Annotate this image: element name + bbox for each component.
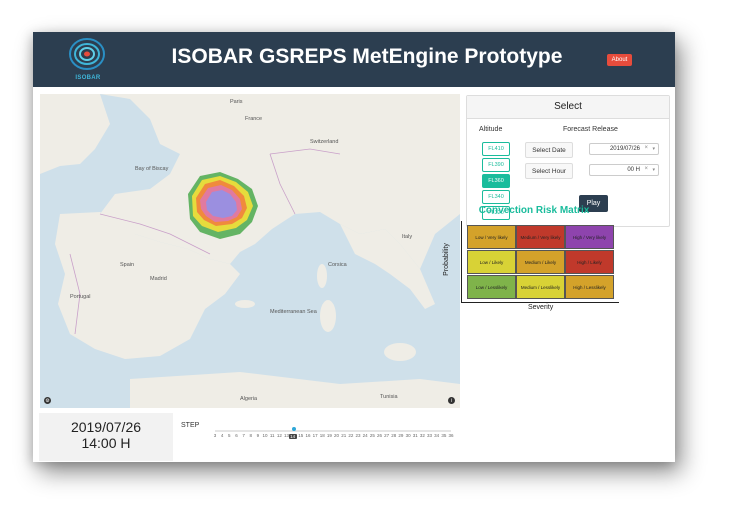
current-time: 14:00 H bbox=[81, 435, 131, 451]
map-label: Corsica bbox=[328, 262, 347, 268]
date-select[interactable]: 2019/07/26 × ▾ bbox=[589, 143, 659, 155]
map-label: Mediterranean Sea bbox=[270, 309, 317, 315]
matrix-cell: High / Very likely bbox=[565, 225, 614, 249]
matrix-title: Convection Risk Matrix bbox=[478, 205, 590, 216]
app-title: ISOBAR GSREPS MetEngine Prototype bbox=[171, 45, 563, 68]
map-label: France bbox=[245, 116, 263, 122]
map-settings-icon[interactable]: ⚙ bbox=[44, 397, 51, 404]
altitude-title: Altitude bbox=[479, 126, 503, 133]
step-tick[interactable]: 36 bbox=[446, 433, 456, 438]
map-label: Madrid bbox=[150, 276, 167, 282]
map-label: Spain bbox=[120, 262, 135, 268]
select-hour-label: Select Hour bbox=[525, 163, 573, 179]
clear-icon[interactable]: × bbox=[644, 166, 648, 172]
altitude-fl360-button[interactable]: FL360 bbox=[482, 174, 510, 188]
map-label: Tunisia bbox=[380, 394, 398, 400]
matrix-cell: High / Lesslikely bbox=[565, 275, 614, 299]
matrix-cell: Medium / Likely bbox=[516, 250, 565, 274]
logo-text: ISOBAR bbox=[75, 75, 101, 81]
step-slider-handle[interactable] bbox=[291, 427, 296, 431]
risk-matrix: Low / Very likely Medium / Very likely H… bbox=[467, 225, 617, 300]
about-button[interactable]: About bbox=[607, 54, 632, 66]
datetime-display: 2019/07/26 14:00 H bbox=[39, 413, 173, 461]
matrix-x-axis bbox=[461, 302, 619, 303]
matrix-xlabel: Severity bbox=[528, 304, 554, 311]
step-slider[interactable] bbox=[215, 430, 451, 432]
matrix-cell: Medium / Very likely bbox=[516, 225, 565, 249]
select-panel-title: Select bbox=[467, 96, 669, 119]
chevron-down-icon[interactable]: ▾ bbox=[652, 167, 655, 173]
matrix-cell: Low / Likely bbox=[467, 250, 516, 274]
chevron-down-icon[interactable]: ▾ bbox=[652, 146, 655, 152]
forecast-release-title: Forecast Release bbox=[563, 126, 618, 133]
altitude-fl410-button[interactable]: FL410 bbox=[482, 142, 510, 156]
isobar-logo: ISOBAR bbox=[65, 36, 111, 84]
hour-value: 00 H bbox=[627, 167, 640, 173]
clear-icon[interactable]: × bbox=[644, 145, 648, 151]
matrix-cell: Medium / Lesslikely bbox=[516, 275, 565, 299]
map-info-icon[interactable]: i bbox=[448, 397, 455, 404]
date-value: 2019/07/26 bbox=[609, 146, 640, 152]
map-label: Switzerland bbox=[310, 139, 339, 145]
map-label: Italy bbox=[402, 234, 413, 240]
map-label: Bay of Biscay bbox=[135, 166, 169, 172]
altitude-fl390-button[interactable]: FL390 bbox=[482, 158, 510, 172]
map-label: Portugal bbox=[70, 294, 91, 300]
header-bar: ISOBAR ISOBAR GSREPS MetEngine Prototype… bbox=[33, 32, 675, 87]
current-date: 2019/07/26 bbox=[70, 419, 142, 435]
map-label: Paris bbox=[230, 99, 243, 105]
matrix-cell: Low / Lesslikely bbox=[467, 275, 516, 299]
map-view[interactable]: France Switzerland Italy Spain Portugal … bbox=[40, 94, 460, 408]
matrix-cell: High / Likely bbox=[565, 250, 614, 274]
matrix-cell: Low / Very likely bbox=[467, 225, 516, 249]
map-label: Algeria bbox=[240, 396, 258, 402]
altitude-fl340-button[interactable]: FL340 bbox=[482, 190, 510, 204]
matrix-ylabel: Probability bbox=[442, 243, 450, 276]
select-date-label: Select Date bbox=[525, 142, 573, 158]
matrix-y-axis bbox=[461, 221, 462, 303]
hour-select[interactable]: 00 H × ▾ bbox=[589, 164, 659, 176]
step-title: STEP bbox=[181, 422, 200, 429]
